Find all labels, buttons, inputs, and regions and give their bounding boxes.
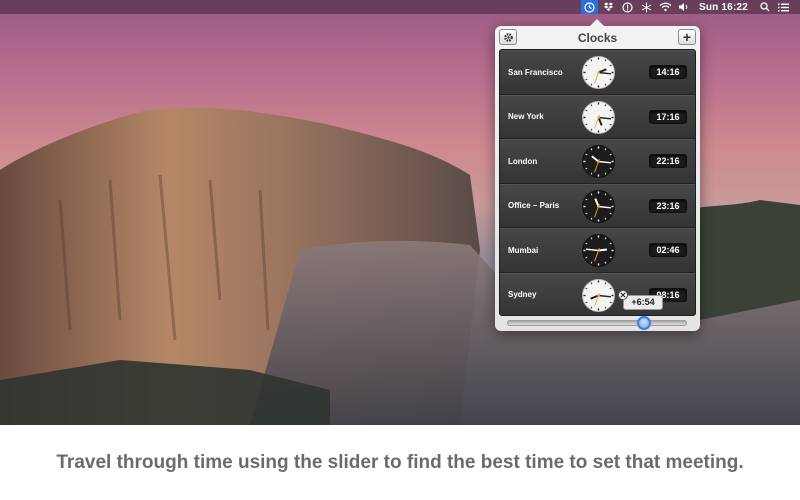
dropbox-icon[interactable] [600,0,617,14]
popover-header: Clocks + [495,28,700,48]
clock-row[interactable]: Sydney 08:16 [500,272,695,315]
analog-clock-icon [582,234,615,267]
close-icon [620,292,626,298]
clock-row[interactable]: London 22:16 [500,139,695,184]
time-offset-label: +6:54 [623,295,663,310]
clocks-popover: Clocks + San Francisco 14:16 New York 17:16… [495,19,700,331]
search-icon[interactable] [756,0,773,14]
popover-title: Clocks [577,31,618,45]
digital-time-display: 23:16 [649,198,687,213]
analog-clock-icon [582,189,615,223]
clock-city-label: Mumbai [508,245,539,255]
clock-row[interactable]: San Francisco 14:16 [500,50,695,95]
list-icon[interactable] [775,0,792,14]
clock-city-label: New York [508,112,544,122]
clock-city-label: Office – Paris [508,201,560,211]
time-slider-track[interactable] [507,320,687,326]
digital-time-display: 22:16 [649,154,687,168]
add-clock-button[interactable]: + [678,29,696,45]
clock-row[interactable]: New York 17:16 [500,94,695,139]
analog-clock-icon [582,56,615,89]
menu-bar: Sun 16:22 [0,0,800,14]
info-icon[interactable] [619,0,636,14]
clock-city-label: San Francisco [508,67,563,77]
snowflake-icon[interactable] [638,0,655,14]
wifi-icon[interactable] [657,0,674,14]
clock-list: San Francisco 14:16 New York 17:16 London 22:… [499,49,696,316]
clock-row[interactable]: Mumbai 02:46 [500,228,695,273]
clock-city-label: London [508,156,538,166]
digital-time-display: 17:16 [649,109,687,124]
clock-row[interactable]: Office – Paris 23:16 [500,183,695,228]
analog-clock-icon [582,100,615,134]
analog-clock-icon [582,145,615,178]
digital-time-display: 02:46 [649,243,687,257]
caption-text: Travel through time using the slider to … [56,451,744,473]
digital-time-display: 14:16 [649,65,687,79]
menu-bar-time[interactable]: Sun 16:22 [699,2,748,13]
analog-clock-icon [582,278,615,312]
reset-offset-button[interactable] [618,290,628,300]
time-slider-knob[interactable] [637,316,651,330]
volume-icon[interactable] [676,0,693,14]
clock-city-label: Sydney [508,290,537,300]
clock-icon[interactable] [580,0,598,14]
